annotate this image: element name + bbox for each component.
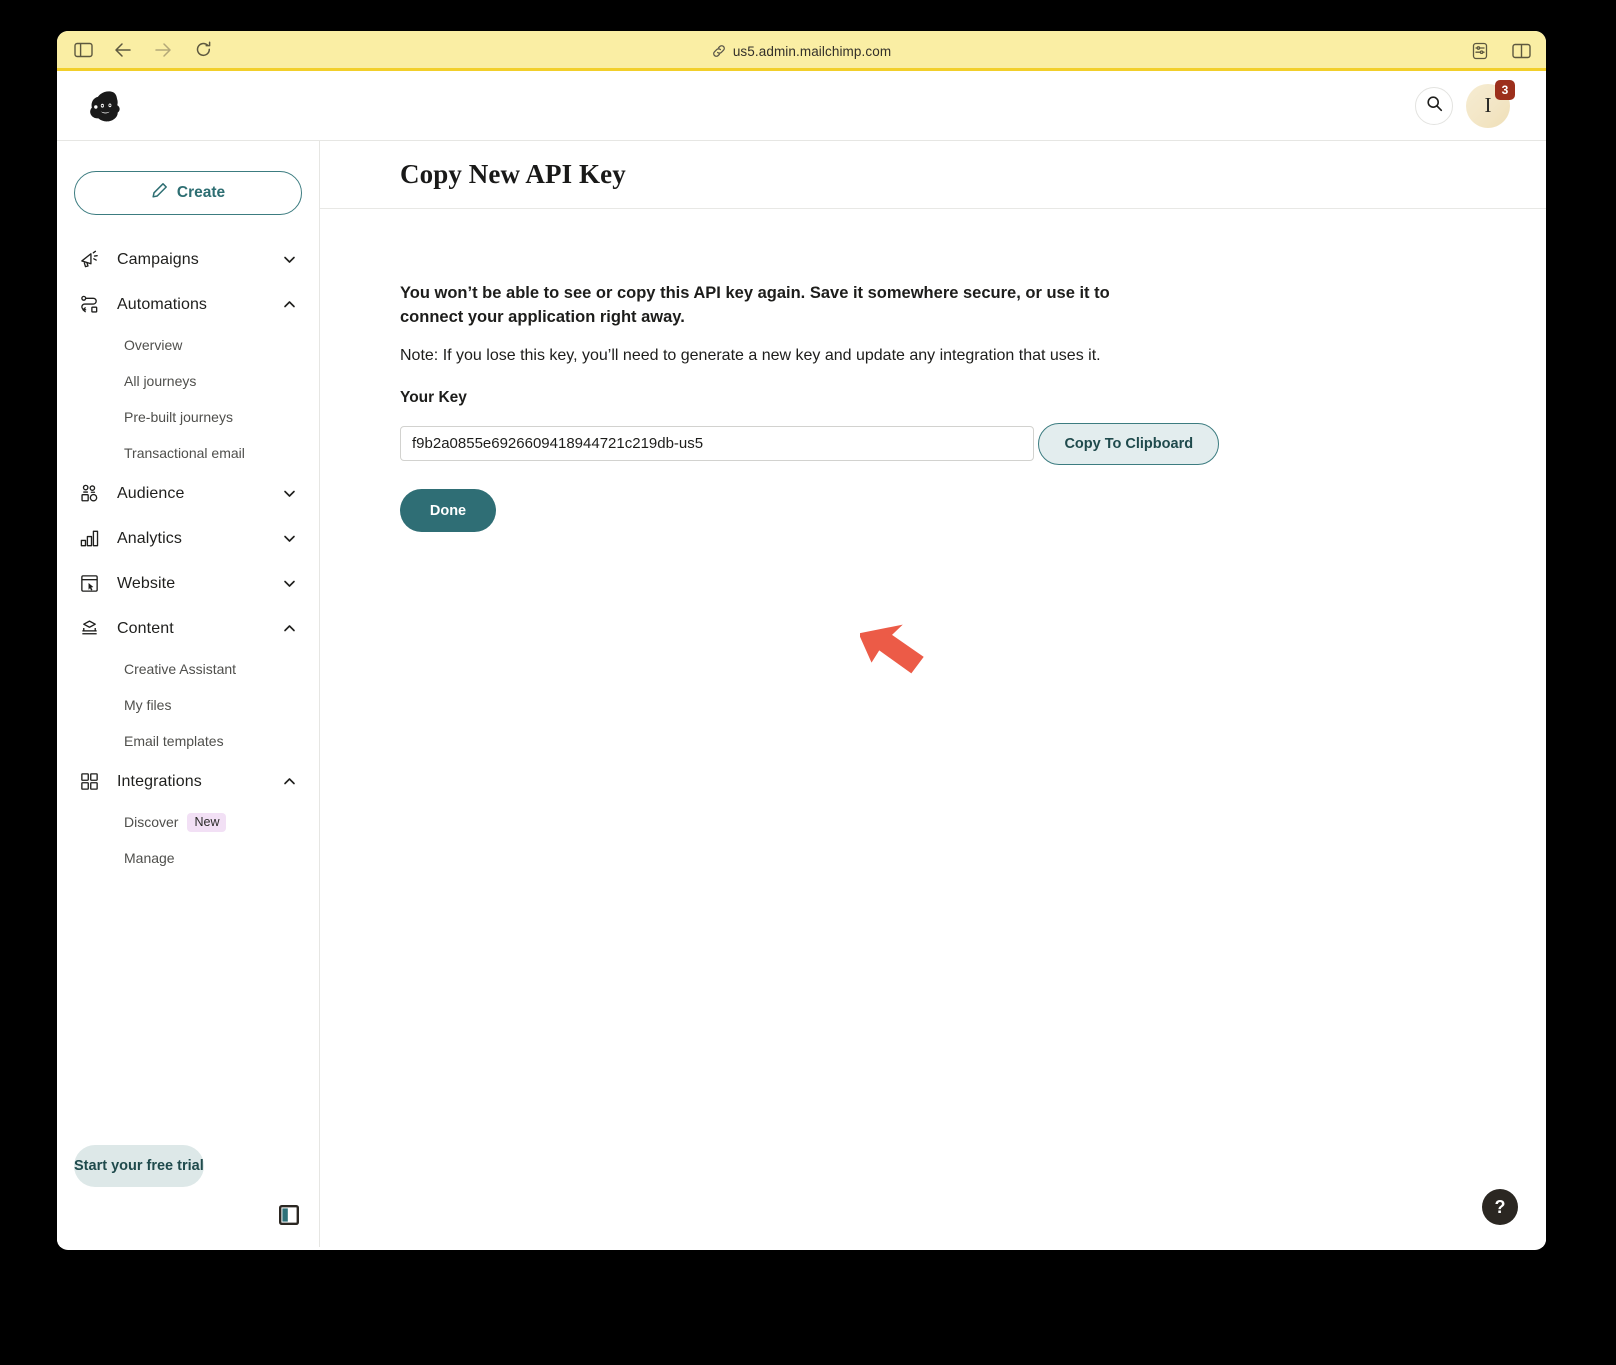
sidebar-label: Website	[117, 574, 176, 592]
sidebar-label: Campaigns	[117, 250, 199, 268]
sidebar-label: Integrations	[117, 772, 202, 790]
automation-flow-icon	[79, 294, 105, 315]
new-badge: New	[187, 812, 227, 832]
window-cursor-icon	[79, 573, 105, 594]
app-body: Create Campaigns Automations Overview Al…	[57, 140, 1546, 1247]
url-text: us5.admin.mailchimp.com	[732, 43, 892, 59]
sidebar-nav: Campaigns Automations Overview All journ…	[57, 237, 319, 876]
people-icon	[79, 483, 105, 504]
sidebar-item-campaigns[interactable]: Campaigns	[57, 237, 319, 282]
sidebar: Create Campaigns Automations Overview Al…	[57, 140, 320, 1247]
sidebar-subitem-creative-assistant[interactable]: Creative Assistant	[57, 651, 319, 687]
sidebar-item-website[interactable]: Website	[57, 561, 319, 606]
back-icon[interactable]	[112, 39, 134, 61]
help-button[interactable]: ?	[1482, 1189, 1518, 1225]
sidebar-subitem-overview[interactable]: Overview	[57, 327, 319, 363]
page-title-bar: Copy New API Key	[320, 141, 1546, 209]
search-button[interactable]	[1415, 86, 1453, 125]
address-bar[interactable]: us5.admin.mailchimp.com	[57, 31, 1546, 71]
page-title: Copy New API Key	[400, 159, 626, 189]
avatar-initial: I	[1484, 93, 1492, 117]
sidebar-item-automations[interactable]: Automations	[57, 282, 319, 327]
chevron-down-icon[interactable]	[282, 531, 297, 546]
notification-badge[interactable]: 3	[1495, 79, 1515, 100]
browser-window: us5.admin.mailchimp.com I 3 Create Campa…	[57, 31, 1546, 1250]
forward-icon[interactable]	[152, 39, 174, 61]
avatar-wrapper[interactable]: I 3	[1466, 79, 1515, 128]
mailchimp-logo-icon[interactable]	[85, 85, 127, 127]
mailchimp-app: I 3 Create Campaigns Automations Overvie…	[57, 71, 1546, 1247]
sidebar-toggle-icon[interactable]	[72, 39, 94, 61]
panel-collapse-icon[interactable]	[279, 1205, 300, 1226]
your-key-label: Your Key	[400, 389, 467, 406]
header-actions: I 3	[1415, 79, 1515, 128]
main-content: Copy New API Key You won’t be able to se…	[320, 140, 1546, 1247]
sidebar-subitem-label: Discover	[124, 814, 179, 830]
sidebar-collapse-row	[57, 1187, 319, 1243]
sidebar-footer: Start your free trial	[57, 1145, 319, 1247]
sidebar-label: Automations	[117, 295, 208, 313]
create-button[interactable]: Create	[74, 171, 302, 215]
sidebar-label: Analytics	[117, 529, 182, 547]
search-icon	[1426, 95, 1443, 117]
browser-nav-controls	[57, 39, 214, 61]
copy-to-clipboard-button[interactable]: Copy To Clipboard	[1038, 423, 1220, 465]
split-view-icon[interactable]	[1510, 40, 1532, 62]
sidebar-subitem-transactional-email[interactable]: Transactional email	[57, 435, 319, 471]
chevron-up-icon[interactable]	[282, 297, 297, 312]
sidebar-subitem-my-files[interactable]: My files	[57, 687, 319, 723]
sidebar-item-audience[interactable]: Audience	[57, 471, 319, 516]
browser-toolbar-right	[1469, 31, 1532, 71]
create-label: Create	[176, 184, 226, 201]
bar-chart-icon	[79, 528, 105, 549]
chevron-down-icon[interactable]	[282, 252, 297, 267]
grid-squares-icon	[79, 771, 105, 792]
start-free-trial-button[interactable]: Start your free trial	[74, 1145, 204, 1187]
warning-text: You won’t be able to see or copy this AP…	[400, 284, 1110, 327]
reload-icon[interactable]	[192, 39, 214, 61]
api-key-input[interactable]	[400, 426, 1034, 461]
done-button[interactable]: Done	[400, 489, 496, 532]
megaphone-icon	[79, 249, 105, 270]
app-header: I 3	[57, 71, 1546, 140]
sidebar-item-integrations[interactable]: Integrations	[57, 759, 319, 804]
sidebar-subitem-email-templates[interactable]: Email templates	[57, 723, 319, 759]
reader-settings-icon[interactable]	[1469, 40, 1491, 62]
browser-toolbar: us5.admin.mailchimp.com	[57, 31, 1546, 71]
chevron-up-icon[interactable]	[282, 621, 297, 636]
sidebar-label: Audience	[117, 484, 185, 502]
sidebar-item-content[interactable]: Content	[57, 606, 319, 651]
api-key-panel: You won’t be able to see or copy this AP…	[320, 209, 1220, 532]
sidebar-subitem-discover[interactable]: Discover New	[57, 804, 319, 840]
chevron-down-icon[interactable]	[282, 576, 297, 591]
link-icon	[712, 44, 726, 58]
sidebar-item-analytics[interactable]: Analytics	[57, 516, 319, 561]
chevron-up-icon[interactable]	[282, 774, 297, 789]
chevron-down-icon[interactable]	[282, 486, 297, 501]
sidebar-subitem-all-journeys[interactable]: All journeys	[57, 363, 319, 399]
content-stack-icon	[79, 618, 105, 639]
pencil-icon	[151, 182, 168, 204]
red-arrow-pointer	[858, 618, 950, 698]
note-text: Note: If you lose this key, you’ll need …	[400, 346, 1101, 364]
sidebar-subitem-manage[interactable]: Manage	[57, 840, 319, 876]
sidebar-subitem-prebuilt-journeys[interactable]: Pre-built journeys	[57, 399, 319, 435]
sidebar-label: Content	[117, 619, 174, 637]
